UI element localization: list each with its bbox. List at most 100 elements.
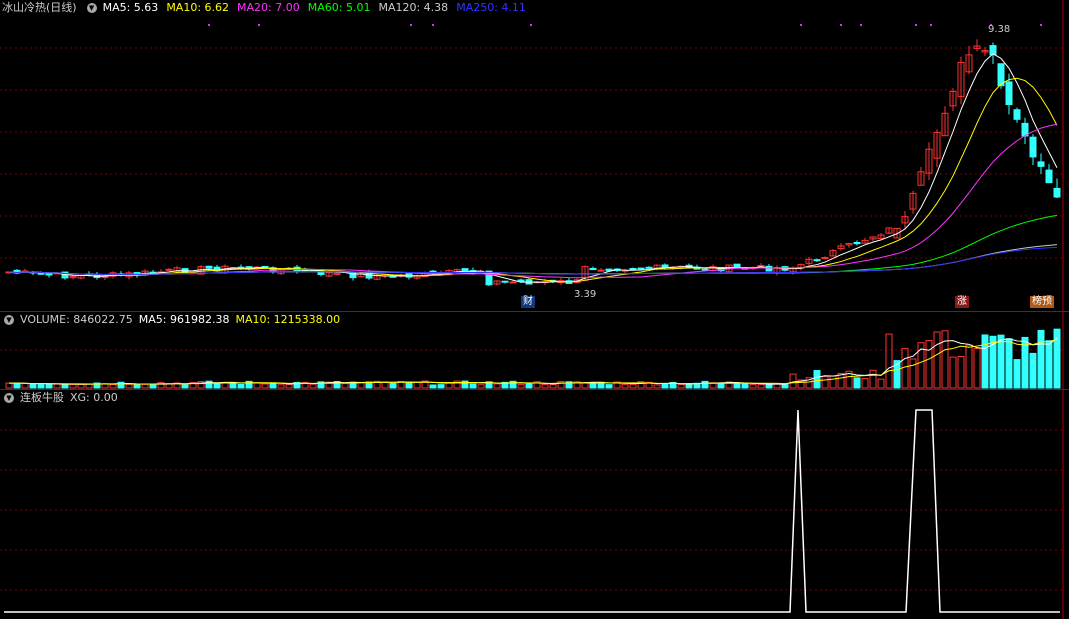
ma-legend-item: MA250: 4.11 <box>456 1 526 14</box>
volume-bar <box>13 382 21 389</box>
volume-bar <box>661 383 669 389</box>
finance-tag[interactable]: 财 <box>521 296 535 308</box>
signal-header: ▼ 连板牛股 XG: 0.00 <box>0 390 124 406</box>
volume-bar <box>277 384 285 389</box>
indicator-title: 冰山冷热(日线) <box>2 1 77 14</box>
ma-legend-item: MA120: 4.38 <box>378 1 449 14</box>
ma-legend-item: MA5: 5.63 <box>102 1 159 14</box>
volume-bar <box>885 333 893 389</box>
volume-bar <box>525 383 533 389</box>
candle-body <box>701 268 709 271</box>
signal-line <box>4 409 1060 613</box>
candle-body <box>461 268 469 272</box>
volume-bar <box>1045 340 1053 389</box>
volume-ma5: MA5: 961982.38 <box>138 313 230 326</box>
volume-bar <box>469 383 477 389</box>
volume-bar <box>5 382 13 389</box>
candle-body <box>45 273 53 276</box>
volume-bar <box>269 382 277 389</box>
volume-bar <box>29 383 37 389</box>
event-marker <box>530 24 532 26</box>
settings-toggle-icon[interactable]: ▼ <box>86 3 97 13</box>
event-marker <box>860 24 862 26</box>
volume-bar <box>1005 338 1013 389</box>
volume-bar <box>869 369 877 389</box>
candle-body <box>205 265 213 269</box>
candle-body <box>1045 169 1053 184</box>
candle-body <box>629 268 637 271</box>
volume-bar <box>261 383 269 389</box>
volume-bar <box>629 383 637 389</box>
event-marker <box>840 24 842 26</box>
volume-bar <box>965 344 973 389</box>
kline-pane[interactable]: 冰山冷热(日线) ▼ MA5: 5.63 MA10: 6.62 MA20: 7.00… <box>0 0 1069 311</box>
event-marker <box>1040 24 1042 26</box>
volume-bar <box>21 382 29 389</box>
event-marker <box>410 24 412 26</box>
signal-name: 连板牛股 <box>20 391 64 404</box>
event-marker <box>258 24 260 26</box>
volume-bar <box>789 373 797 389</box>
volume-bar <box>821 375 829 389</box>
ma-legend-item: MA10: 6.62 <box>166 1 230 14</box>
candle-body <box>597 269 605 272</box>
signal-xg: XG: 0.00 <box>70 391 118 404</box>
volume-bar <box>853 377 861 389</box>
candle-body <box>821 257 829 260</box>
volume-bar <box>997 334 1005 389</box>
volume-bar <box>477 384 485 389</box>
volume-value: VOLUME: 846022.75 <box>20 313 133 326</box>
volume-bar <box>69 383 77 389</box>
volume-bar <box>1013 359 1021 389</box>
volume-bar <box>37 383 45 389</box>
volume-bar <box>589 382 597 389</box>
ma20-line <box>8 123 1058 279</box>
volume-bar <box>909 358 917 389</box>
candle-body <box>1013 109 1021 120</box>
volume-bar <box>517 384 525 389</box>
event-marker <box>915 24 917 26</box>
volume-bar <box>957 355 965 389</box>
candle-body <box>853 241 861 245</box>
volume-bar <box>389 382 397 389</box>
candle-body <box>509 281 517 284</box>
candle-body <box>1037 161 1045 167</box>
volume-header: ▼ VOLUME: 846022.75 MA5: 961982.38 MA10:… <box>0 312 346 328</box>
volume-bar <box>357 382 365 389</box>
volume-bar <box>133 384 141 389</box>
candle-body <box>765 265 773 272</box>
signal-pane[interactable]: ▼ 连板牛股 XG: 0.00 <box>0 389 1069 619</box>
volume-bar <box>733 383 741 389</box>
candle-body <box>389 275 397 278</box>
volume-bar <box>973 348 981 389</box>
volume-bar <box>621 383 629 389</box>
kline-header: 冰山冷热(日线) ▼ MA5: 5.63 MA10: 6.62 MA20: 7.00… <box>0 0 540 16</box>
signal-chart[interactable] <box>0 390 1069 619</box>
volume-bar <box>741 383 749 389</box>
signal-toggle-icon[interactable]: ▼ <box>4 393 14 403</box>
ma60-line <box>8 214 1058 276</box>
volume-bar <box>701 380 709 389</box>
forecast-tag[interactable]: 榜预 <box>1030 296 1054 308</box>
volume-toggle-icon[interactable]: ▼ <box>4 315 14 325</box>
candle-body <box>645 266 653 269</box>
high-price-label: 9.38 <box>988 24 1011 35</box>
volume-bar <box>1037 329 1045 389</box>
ma5-line <box>8 53 1058 283</box>
event-marker <box>208 24 210 26</box>
candle-body <box>501 280 509 283</box>
volume-bar <box>309 383 317 389</box>
candle-body <box>813 259 821 262</box>
volume-bar <box>141 383 149 389</box>
volume-bar <box>933 331 941 389</box>
volume-bar <box>221 382 229 389</box>
candle-body <box>165 268 173 271</box>
volume-bar <box>1053 328 1061 389</box>
volume-bar <box>181 384 189 389</box>
volume-pane[interactable]: ▼ VOLUME: 846022.75 MA5: 961982.38 MA10:… <box>0 311 1069 390</box>
limit-up-tag[interactable]: 涨 <box>955 296 969 308</box>
volume-bar <box>581 382 589 389</box>
volume-bar <box>757 384 765 389</box>
volume-bar <box>429 384 437 389</box>
kline-chart[interactable] <box>0 0 1069 311</box>
